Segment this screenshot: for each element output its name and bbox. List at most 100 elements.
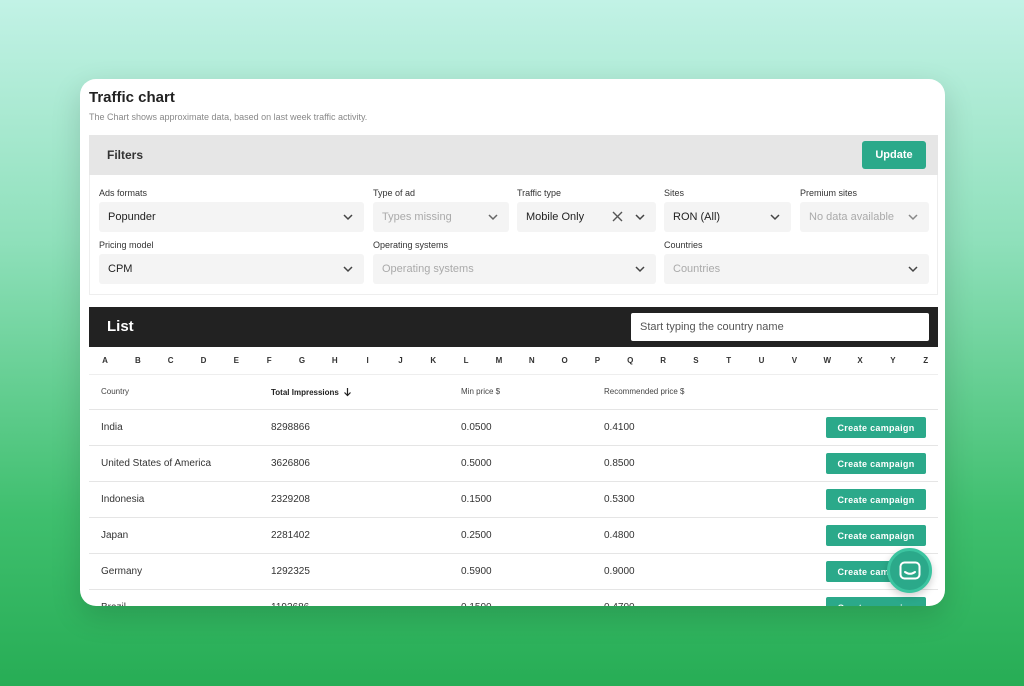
- countries-label: Countries: [664, 240, 703, 250]
- page-title: Traffic chart: [89, 89, 175, 106]
- ads-formats-select[interactable]: Popunder: [99, 202, 364, 232]
- min-price-cell: 0.1500: [461, 602, 492, 606]
- sites-label: Sites: [664, 188, 685, 198]
- premium-sites-placeholder: No data available: [809, 211, 895, 223]
- create-campaign-button[interactable]: Create campaign: [826, 597, 926, 606]
- recommended-price-cell: 0.4700: [604, 602, 635, 606]
- chevron-down-icon: [907, 211, 919, 223]
- alphabet-letter[interactable]: D: [197, 356, 209, 365]
- sites-select[interactable]: RON (All): [664, 202, 791, 232]
- table-row: Japan 2281402 0.2500 0.4800 Create campaign: [89, 518, 938, 554]
- chevron-down-icon: [634, 263, 646, 275]
- alphabet-letter[interactable]: Z: [920, 356, 932, 365]
- min-price-cell: 0.2500: [461, 530, 492, 541]
- min-price-cell: 0.5000: [461, 458, 492, 469]
- chat-button[interactable]: [887, 548, 932, 593]
- operating-systems-placeholder: Operating systems: [382, 263, 474, 275]
- alphabet-letter[interactable]: T: [723, 356, 735, 365]
- alphabet-filter: A B C D E F G H I J K L M N O P Q R S T U V W X Y Z: [89, 347, 938, 375]
- table-row: India 8298866 0.0500 0.4100 Create campaign: [89, 410, 938, 446]
- clear-icon[interactable]: [611, 210, 624, 223]
- traffic-type-select[interactable]: Mobile Only: [517, 202, 656, 232]
- create-campaign-button[interactable]: Create campaign: [826, 525, 926, 546]
- chat-icon: [899, 561, 920, 579]
- country-search-input[interactable]: [631, 313, 929, 341]
- chevron-down-icon: [342, 263, 354, 275]
- ads-formats-value: Popunder: [108, 211, 156, 223]
- min-price-cell: 0.0500: [461, 422, 492, 433]
- column-recommended-price[interactable]: Recommended price $: [604, 387, 684, 396]
- alphabet-letter[interactable]: S: [690, 356, 702, 365]
- type-of-ad-select[interactable]: Types missing: [373, 202, 509, 232]
- traffic-type-value: Mobile Only: [526, 211, 585, 223]
- ads-formats-label: Ads formats: [99, 188, 148, 198]
- impressions-cell: 2329208: [271, 494, 310, 505]
- table-body: India 8298866 0.0500 0.4100 Create campaign U…: [89, 410, 938, 606]
- filters-panel: Ads formats Popunder Type of ad Types mi…: [89, 175, 938, 295]
- countries-placeholder: Countries: [673, 263, 721, 275]
- create-campaign-button[interactable]: Create campaign: [826, 453, 926, 474]
- arrow-down-icon: [344, 388, 352, 397]
- recommended-price-cell: 0.4100: [604, 422, 635, 433]
- alphabet-letter[interactable]: H: [329, 356, 341, 365]
- impressions-cell: 1192686: [271, 602, 309, 606]
- chevron-down-icon: [487, 211, 499, 223]
- alphabet-letter[interactable]: Q: [624, 356, 636, 365]
- type-of-ad-placeholder: Types missing: [382, 211, 452, 223]
- country-cell: Brazil: [101, 602, 126, 606]
- impressions-cell: 2281402: [271, 530, 310, 541]
- countries-table: Country Total Impressions Min price $ Re…: [89, 375, 938, 606]
- impressions-cell: 1292325: [271, 566, 310, 577]
- pricing-model-label: Pricing model: [99, 240, 154, 250]
- alphabet-letter[interactable]: P: [591, 356, 603, 365]
- create-campaign-button[interactable]: Create campaign: [826, 417, 926, 438]
- alphabet-letter[interactable]: M: [493, 356, 505, 365]
- pricing-model-select[interactable]: CPM: [99, 254, 364, 284]
- alphabet-letter[interactable]: N: [526, 356, 538, 365]
- alphabet-letter[interactable]: O: [559, 356, 571, 365]
- alphabet-letter[interactable]: F: [263, 356, 275, 365]
- alphabet-letter[interactable]: W: [821, 356, 833, 365]
- alphabet-letter[interactable]: C: [165, 356, 177, 365]
- countries-select[interactable]: Countries: [664, 254, 929, 284]
- impressions-cell: 3626806: [271, 458, 310, 469]
- alphabet-letter[interactable]: B: [132, 356, 144, 365]
- table-row: Germany 1292325 0.5900 0.9000 Create campaig…: [89, 554, 938, 590]
- alphabet-letter[interactable]: I: [362, 356, 374, 365]
- list-title: List: [107, 318, 134, 335]
- alphabet-letter[interactable]: L: [460, 356, 472, 365]
- alphabet-letter[interactable]: A: [99, 356, 111, 365]
- list-header: List: [89, 307, 938, 347]
- alphabet-letter[interactable]: J: [394, 356, 406, 365]
- country-cell: India: [101, 422, 123, 433]
- create-campaign-button[interactable]: Create campaign: [826, 489, 926, 510]
- country-cell: Germany: [101, 566, 143, 577]
- column-total-impressions-label: Total Impressions: [271, 388, 339, 397]
- alphabet-letter[interactable]: Y: [887, 356, 899, 365]
- alphabet-letter[interactable]: R: [657, 356, 669, 365]
- alphabet-letter[interactable]: U: [756, 356, 768, 365]
- pricing-model-value: CPM: [108, 263, 133, 275]
- alphabet-letter[interactable]: G: [296, 356, 308, 365]
- filters-header: Filters Update: [89, 135, 938, 175]
- recommended-price-cell: 0.5300: [604, 494, 635, 505]
- update-button[interactable]: Update: [862, 141, 926, 169]
- operating-systems-label: Operating systems: [373, 240, 449, 250]
- table-header: Country Total Impressions Min price $ Re…: [89, 375, 938, 410]
- alphabet-letter[interactable]: K: [427, 356, 439, 365]
- column-min-price[interactable]: Min price $: [461, 387, 500, 396]
- alphabet-letter[interactable]: E: [230, 356, 242, 365]
- recommended-price-cell: 0.9000: [604, 566, 635, 577]
- chevron-down-icon: [907, 263, 919, 275]
- filters-label: Filters: [107, 148, 144, 162]
- operating-systems-select[interactable]: Operating systems: [373, 254, 656, 284]
- column-country[interactable]: Country: [101, 387, 129, 396]
- premium-sites-label: Premium sites: [800, 188, 858, 198]
- recommended-price-cell: 0.4800: [604, 530, 635, 541]
- table-row: Brazil 1192686 0.1500 0.4700 Create campaign: [89, 590, 938, 606]
- column-total-impressions[interactable]: Total Impressions: [271, 387, 352, 397]
- alphabet-letter[interactable]: V: [788, 356, 800, 365]
- sites-value: RON (All): [673, 211, 721, 223]
- alphabet-letter[interactable]: X: [854, 356, 866, 365]
- premium-sites-select[interactable]: No data available: [800, 202, 929, 232]
